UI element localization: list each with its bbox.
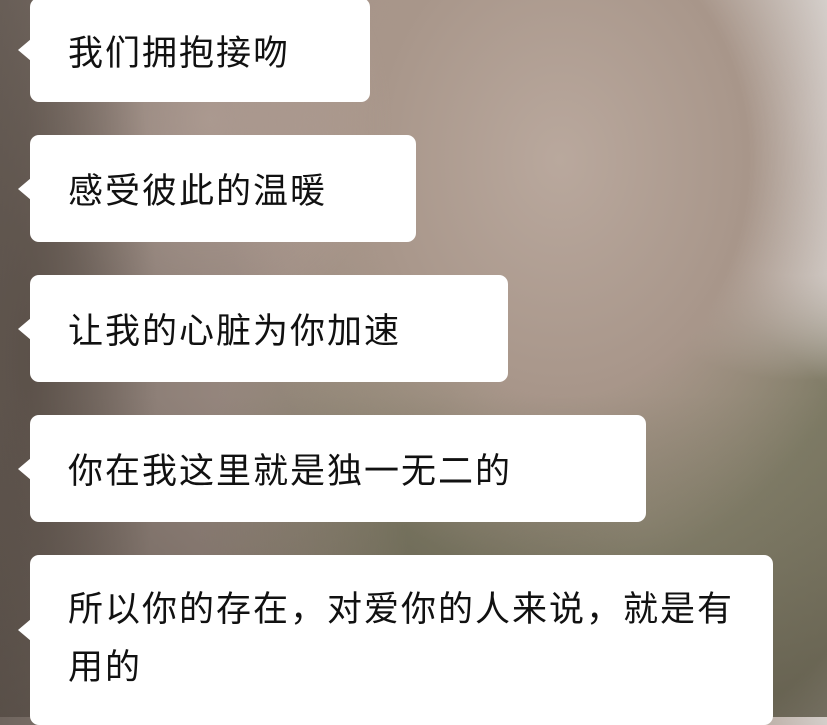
message-text: 所以你的存在，对爱你的人来说，就是有用的 [68,590,735,688]
message-bubble[interactable]: 感受彼此的温暖 [18,135,416,242]
message-bubble[interactable]: 所以你的存在，对爱你的人来说，就是有用的 [18,555,773,725]
message-text: 感受彼此的温暖 [68,172,328,212]
message-bubble[interactable]: 我们拥抱接吻 [18,0,370,102]
message-text: 让我的心脏为你加速 [68,312,402,352]
message-text: 你在我这里就是独一无二的 [68,452,513,492]
message-bubble[interactable]: 你在我这里就是独一无二的 [18,415,646,522]
message-text: 我们拥抱接吻 [68,33,291,74]
message-bubble[interactable]: 让我的心脏为你加速 [18,275,508,382]
chat-message-list[interactable]: 我们拥抱接吻 感受彼此的温暖 让我的心脏为你加速 你在我这里就是独一无二的 所以… [0,0,827,725]
